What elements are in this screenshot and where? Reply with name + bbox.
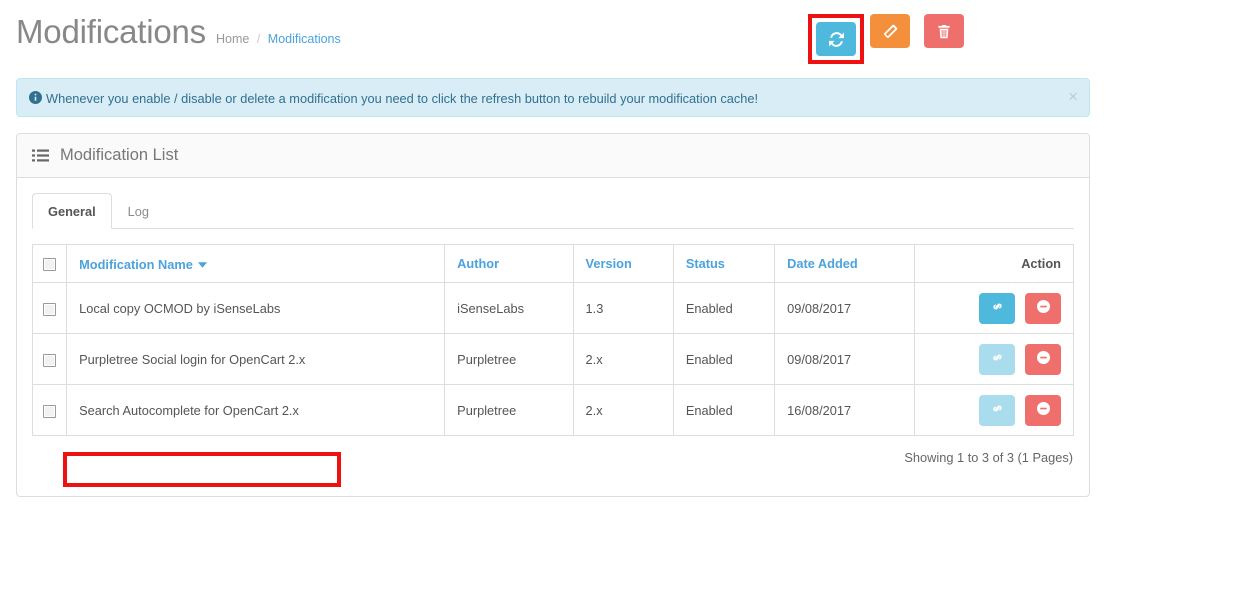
panel-body: General Log Modification Name Author Ver…: [17, 178, 1089, 480]
breadcrumb-current[interactable]: Modifications: [268, 32, 341, 46]
minus-circle-icon: [1037, 402, 1050, 418]
tab-bar: General Log: [32, 193, 1074, 229]
modification-list-panel: Modification List General Log Modificati…: [16, 133, 1090, 497]
cell-status: Enabled: [673, 283, 774, 334]
view-link-button[interactable]: [979, 344, 1015, 375]
select-all-checkbox[interactable]: [43, 258, 56, 271]
view-link-button[interactable]: [979, 395, 1015, 426]
alert-message: Whenever you enable / disable or delete …: [46, 90, 758, 107]
table-row: Search Autocomplete for OpenCart 2.x Pur…: [33, 385, 1074, 436]
page-header: Modifications Home / Modifications: [0, 0, 1106, 72]
eraser-icon: [883, 24, 898, 39]
panel-title: Modification List: [60, 146, 178, 165]
row-select-cell: [33, 334, 67, 385]
cell-author: Purpletree: [445, 334, 573, 385]
cell-action: [915, 334, 1074, 385]
link-icon: [991, 351, 1004, 367]
row-checkbox[interactable]: [43, 354, 56, 367]
table-head: Modification Name Author Version Status …: [33, 245, 1074, 283]
breadcrumb: Home / Modifications: [216, 31, 341, 47]
row-checkbox[interactable]: [43, 405, 56, 418]
table-row: Purpletree Social login for OpenCart 2.x…: [33, 334, 1074, 385]
cell-status: Enabled: [673, 385, 774, 436]
cell-modification-name: Purpletree Social login for OpenCart 2.x: [67, 334, 445, 385]
cell-version: 2.x: [573, 385, 673, 436]
disable-button[interactable]: [1025, 395, 1061, 426]
cell-action: [915, 385, 1074, 436]
table-header-row: Modification Name Author Version Status …: [33, 245, 1074, 283]
modifications-table: Modification Name Author Version Status …: [32, 244, 1074, 436]
pagination-summary: Showing 1 to 3 of 3 (1 Pages): [32, 450, 1074, 465]
column-header-author[interactable]: Author: [445, 245, 573, 283]
trash-icon: [937, 24, 951, 39]
row-select-cell: [33, 385, 67, 436]
breadcrumb-separator: /: [253, 32, 264, 46]
close-icon[interactable]: ×: [1068, 88, 1078, 105]
column-header-date-added[interactable]: Date Added: [775, 245, 915, 283]
cell-modification-name: Local copy OCMOD by iSenseLabs: [67, 283, 445, 334]
tab-log[interactable]: Log: [112, 193, 165, 229]
table-row: Local copy OCMOD by iSenseLabs iSenseLab…: [33, 283, 1074, 334]
cell-date-added: 09/08/2017: [775, 334, 915, 385]
info-circle-icon: [29, 91, 42, 104]
list-icon: [32, 149, 49, 163]
cell-author: iSenseLabs: [445, 283, 573, 334]
minus-circle-icon: [1037, 351, 1050, 367]
cell-version: 1.3: [573, 283, 673, 334]
panel-heading: Modification List: [17, 134, 1089, 178]
column-label-modification-name: Modification Name: [79, 257, 193, 272]
table-body: Local copy OCMOD by iSenseLabs iSenseLab…: [33, 283, 1074, 436]
info-alert: Whenever you enable / disable or delete …: [16, 78, 1090, 117]
link-icon: [991, 300, 1004, 316]
disable-button[interactable]: [1025, 344, 1061, 375]
breadcrumb-home[interactable]: Home: [216, 32, 249, 46]
minus-circle-icon: [1037, 300, 1050, 316]
column-header-version[interactable]: Version: [573, 245, 673, 283]
cell-author: Purpletree: [445, 385, 573, 436]
modifications-page: Modifications Home / Modifications: [0, 0, 1233, 597]
row-checkbox[interactable]: [43, 303, 56, 316]
column-header-modification-name[interactable]: Modification Name: [67, 245, 445, 283]
tab-general[interactable]: General: [32, 193, 112, 229]
row-select-cell: [33, 283, 67, 334]
cell-modification-name: Search Autocomplete for OpenCart 2.x: [67, 385, 445, 436]
view-link-button[interactable]: [979, 293, 1015, 324]
delete-button[interactable]: [924, 14, 964, 48]
refresh-button[interactable]: [816, 22, 856, 56]
column-header-action: Action: [915, 245, 1074, 283]
cell-date-added: 16/08/2017: [775, 385, 915, 436]
clear-button[interactable]: [870, 14, 910, 48]
link-icon: [991, 402, 1004, 418]
disable-button[interactable]: [1025, 293, 1061, 324]
cell-version: 2.x: [573, 334, 673, 385]
header-action-group: [808, 14, 964, 64]
chevron-down-icon: [198, 256, 207, 271]
cell-date-added: 09/08/2017: [775, 283, 915, 334]
refresh-button-highlight: [808, 14, 864, 64]
cell-action: [915, 283, 1074, 334]
refresh-icon: [829, 32, 844, 47]
column-header-status[interactable]: Status: [673, 245, 774, 283]
cell-status: Enabled: [673, 334, 774, 385]
select-all-header: [33, 245, 67, 283]
page-title: Modifications: [16, 12, 206, 52]
